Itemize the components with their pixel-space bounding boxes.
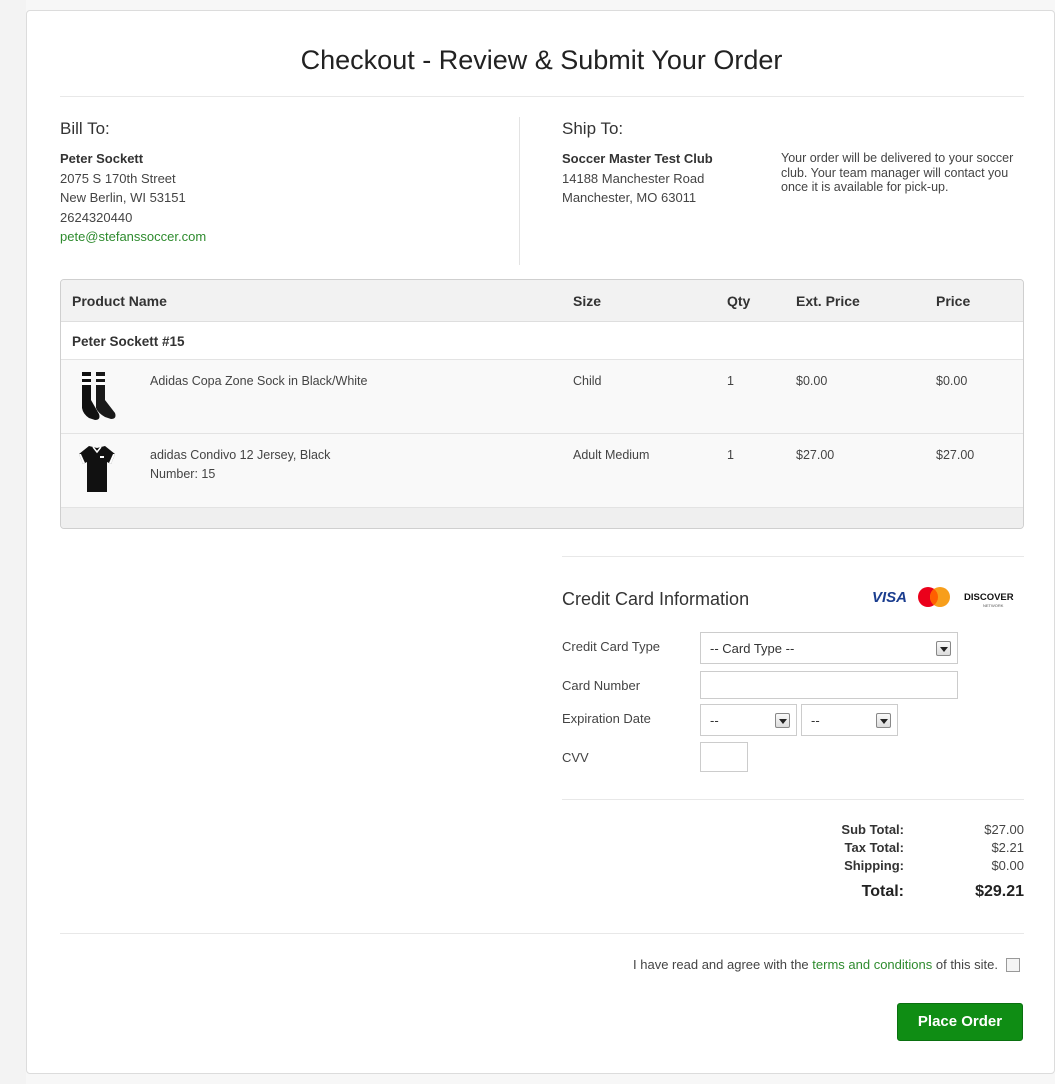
card-number-label: Card Number (562, 678, 641, 693)
chevron-down-icon (775, 713, 790, 728)
divider (562, 799, 1024, 800)
header-qty: Qty (727, 293, 751, 309)
bill-to-name: Peter Sockett (60, 151, 144, 166)
credit-card-heading: Credit Card Information (562, 589, 750, 609)
product-detail: Number: 15 (150, 467, 216, 481)
product-ext-price: $27.00 (796, 448, 835, 462)
address-divider (519, 117, 520, 265)
visa-logo: VISA (872, 589, 907, 606)
product-name-block: adidas Condivo 12 Jersey, Black Number: … (150, 446, 330, 484)
table-header: Product Name Size Qty Ext. Price Price (61, 280, 1023, 322)
divider (562, 556, 1024, 557)
product-ext-price: $0.00 (796, 374, 828, 388)
terms-agreement: I have read and agree with the terms and… (633, 957, 998, 972)
terms-suffix: of this site. (935, 957, 998, 972)
sock-icon (82, 372, 116, 420)
discover-network-text: NETWORK (983, 603, 1004, 608)
ship-to-city: Manchester, MO 63011 (562, 190, 697, 205)
terms-link[interactable]: terms and conditions (812, 957, 932, 972)
subtotal-value: $27.00 (984, 822, 1024, 837)
bill-to-phone: 2624320440 (60, 209, 133, 225)
product-name: adidas Condivo 12 Jersey, Black (150, 448, 331, 462)
card-type-label: Credit Card Type (562, 639, 661, 654)
header-price: Price (936, 293, 971, 309)
ship-to-note: Your order will be delivered to your soc… (781, 151, 1014, 194)
bill-to-city: New Berlin, WI 53151 (60, 190, 186, 205)
shipping-value: $0.00 (991, 858, 1024, 873)
table-row: adidas Condivo 12 Jersey, Black Number: … (61, 434, 1023, 508)
product-price: $27.00 (936, 448, 975, 462)
ship-to-street: 14188 Manchester Road (562, 170, 705, 186)
total-value: $29.21 (975, 883, 1024, 900)
exp-month-select[interactable]: -- (700, 704, 797, 736)
order-totals: Sub Total: $27.00 Tax Total: $2.21 Shipp… (27, 821, 1055, 911)
table-footer (61, 508, 1023, 528)
exp-year-value: -- (811, 713, 820, 728)
ship-to-name: Soccer Master Test Club (562, 151, 713, 166)
bill-to-address: Peter Sockett 2075 S 170th Street New Be… (60, 149, 206, 247)
product-size: Adult Medium (573, 448, 650, 462)
chevron-down-icon (876, 713, 891, 728)
checkout-panel: Checkout - Review & Submit Your Order Bi… (26, 10, 1055, 1074)
discover-logo: DISCOVER (964, 592, 1014, 603)
exp-year-select[interactable]: -- (801, 704, 898, 736)
exp-month-value: -- (710, 713, 719, 728)
player-group-label: Peter Sockett #15 (72, 334, 185, 349)
bill-to-heading: Bill To: (60, 119, 110, 138)
page-title: Checkout - Review & Submit Your Order (300, 45, 783, 75)
header-product: Product Name (72, 293, 167, 309)
product-price: $0.00 (936, 374, 968, 388)
ship-to-heading: Ship To: (562, 119, 624, 138)
tax-label: Tax Total: (844, 840, 904, 855)
card-type-value: -- Card Type -- (710, 641, 795, 656)
header-size: Size (573, 293, 602, 309)
product-size: Child (573, 374, 602, 388)
product-name: Adidas Copa Zone Sock in Black/White (150, 374, 368, 388)
terms-checkbox[interactable] (1006, 958, 1020, 972)
terms-prefix: I have read and agree with the (633, 957, 809, 972)
shipping-label: Shipping: (844, 858, 904, 873)
tax-value: $2.21 (991, 840, 1024, 855)
product-qty: 1 (727, 448, 734, 462)
bill-to-email[interactable]: pete@stefanssoccer.com (60, 227, 206, 247)
expiration-label: Expiration Date (562, 711, 651, 726)
card-logos: VISA DISCOVER NETWORK (872, 587, 1014, 608)
card-type-select[interactable]: -- Card Type -- (700, 632, 958, 664)
jersey-icon (79, 446, 115, 492)
ship-to-address: Soccer Master Test Club 14188 Manchester… (562, 149, 713, 208)
subtotal-label: Sub Total: (841, 822, 904, 837)
card-number-input[interactable] (700, 671, 958, 699)
total-label: Total: (861, 883, 904, 900)
product-qty: 1 (727, 374, 734, 388)
divider (60, 96, 1024, 97)
cvv-input[interactable] (700, 742, 748, 772)
chevron-down-icon (936, 641, 951, 656)
place-order-button[interactable]: Place Order (897, 1003, 1023, 1041)
header-ext-price: Ext. Price (796, 293, 860, 309)
divider (60, 933, 1024, 934)
table-row: Adidas Copa Zone Sock in Black/White Chi… (61, 360, 1023, 434)
bill-to-street: 2075 S 170th Street (60, 170, 176, 186)
player-group-row: Peter Sockett #15 (61, 322, 1023, 360)
left-margin (0, 0, 26, 1084)
order-table: Product Name Size Qty Ext. Price Price P… (60, 279, 1024, 529)
cvv-label: CVV (562, 750, 589, 765)
